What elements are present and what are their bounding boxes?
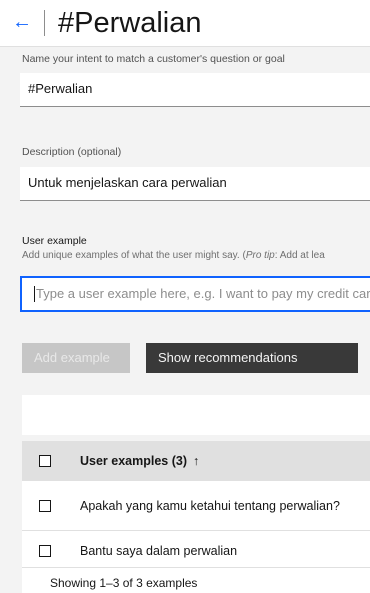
row-text[interactable]: Bantu saya dalam perwalian: [80, 544, 237, 558]
show-recommendations-button[interactable]: Show recommendations: [146, 343, 358, 373]
pagination-summary: Showing 1–3 of 3 examples: [50, 576, 198, 590]
description-label: Description (optional): [22, 146, 122, 158]
add-example-button[interactable]: Add example: [22, 343, 130, 373]
intent-name-label: Name your intent to match a customer's q…: [22, 53, 285, 65]
page-title: #Perwalian: [58, 7, 202, 39]
header-divider: [44, 10, 45, 36]
arrow-left-icon[interactable]: ←: [12, 10, 32, 34]
user-example-placeholder: Type a user example here, e.g. I want to…: [36, 286, 370, 301]
column-header-label: User examples (3): [80, 454, 188, 468]
text-cursor: [34, 286, 35, 302]
helper-prefix: Add unique examples of what the user mig…: [22, 250, 246, 261]
helper-suffix: : Add at lea: [274, 250, 325, 261]
column-header-user-examples[interactable]: User examples (3) ↑: [80, 454, 199, 468]
page-header: ← #Perwalian: [0, 0, 370, 47]
user-example-helper: Add unique examples of what the user mig…: [22, 250, 370, 261]
select-all-checkbox[interactable]: [39, 455, 51, 467]
description-value: Untuk menjelaskan cara perwalian: [28, 175, 227, 190]
table-row: Apakah yang kamu ketahui tentang perwali…: [22, 481, 370, 531]
table-header: User examples (3) ↑: [22, 441, 370, 481]
intent-name-field[interactable]: #Perwalian: [20, 73, 370, 107]
table-row: Bantu saya dalam perwalian: [22, 531, 370, 567]
row-text[interactable]: Apakah yang kamu ketahui tentang perwali…: [80, 499, 340, 513]
row-checkbox[interactable]: [39, 500, 51, 512]
sort-ascending-icon[interactable]: ↑: [193, 454, 199, 468]
intent-name-value: #Perwalian: [28, 81, 93, 96]
helper-tip-label: Pro tip: [245, 250, 275, 261]
table-toolbar: [22, 395, 370, 435]
user-example-label: User example: [22, 235, 87, 247]
pagination-footer: Showing 1–3 of 3 examples: [22, 567, 370, 593]
row-checkbox[interactable]: [39, 545, 51, 557]
user-example-input[interactable]: Type a user example here, e.g. I want to…: [20, 276, 370, 312]
description-field[interactable]: Untuk menjelaskan cara perwalian: [20, 167, 370, 201]
